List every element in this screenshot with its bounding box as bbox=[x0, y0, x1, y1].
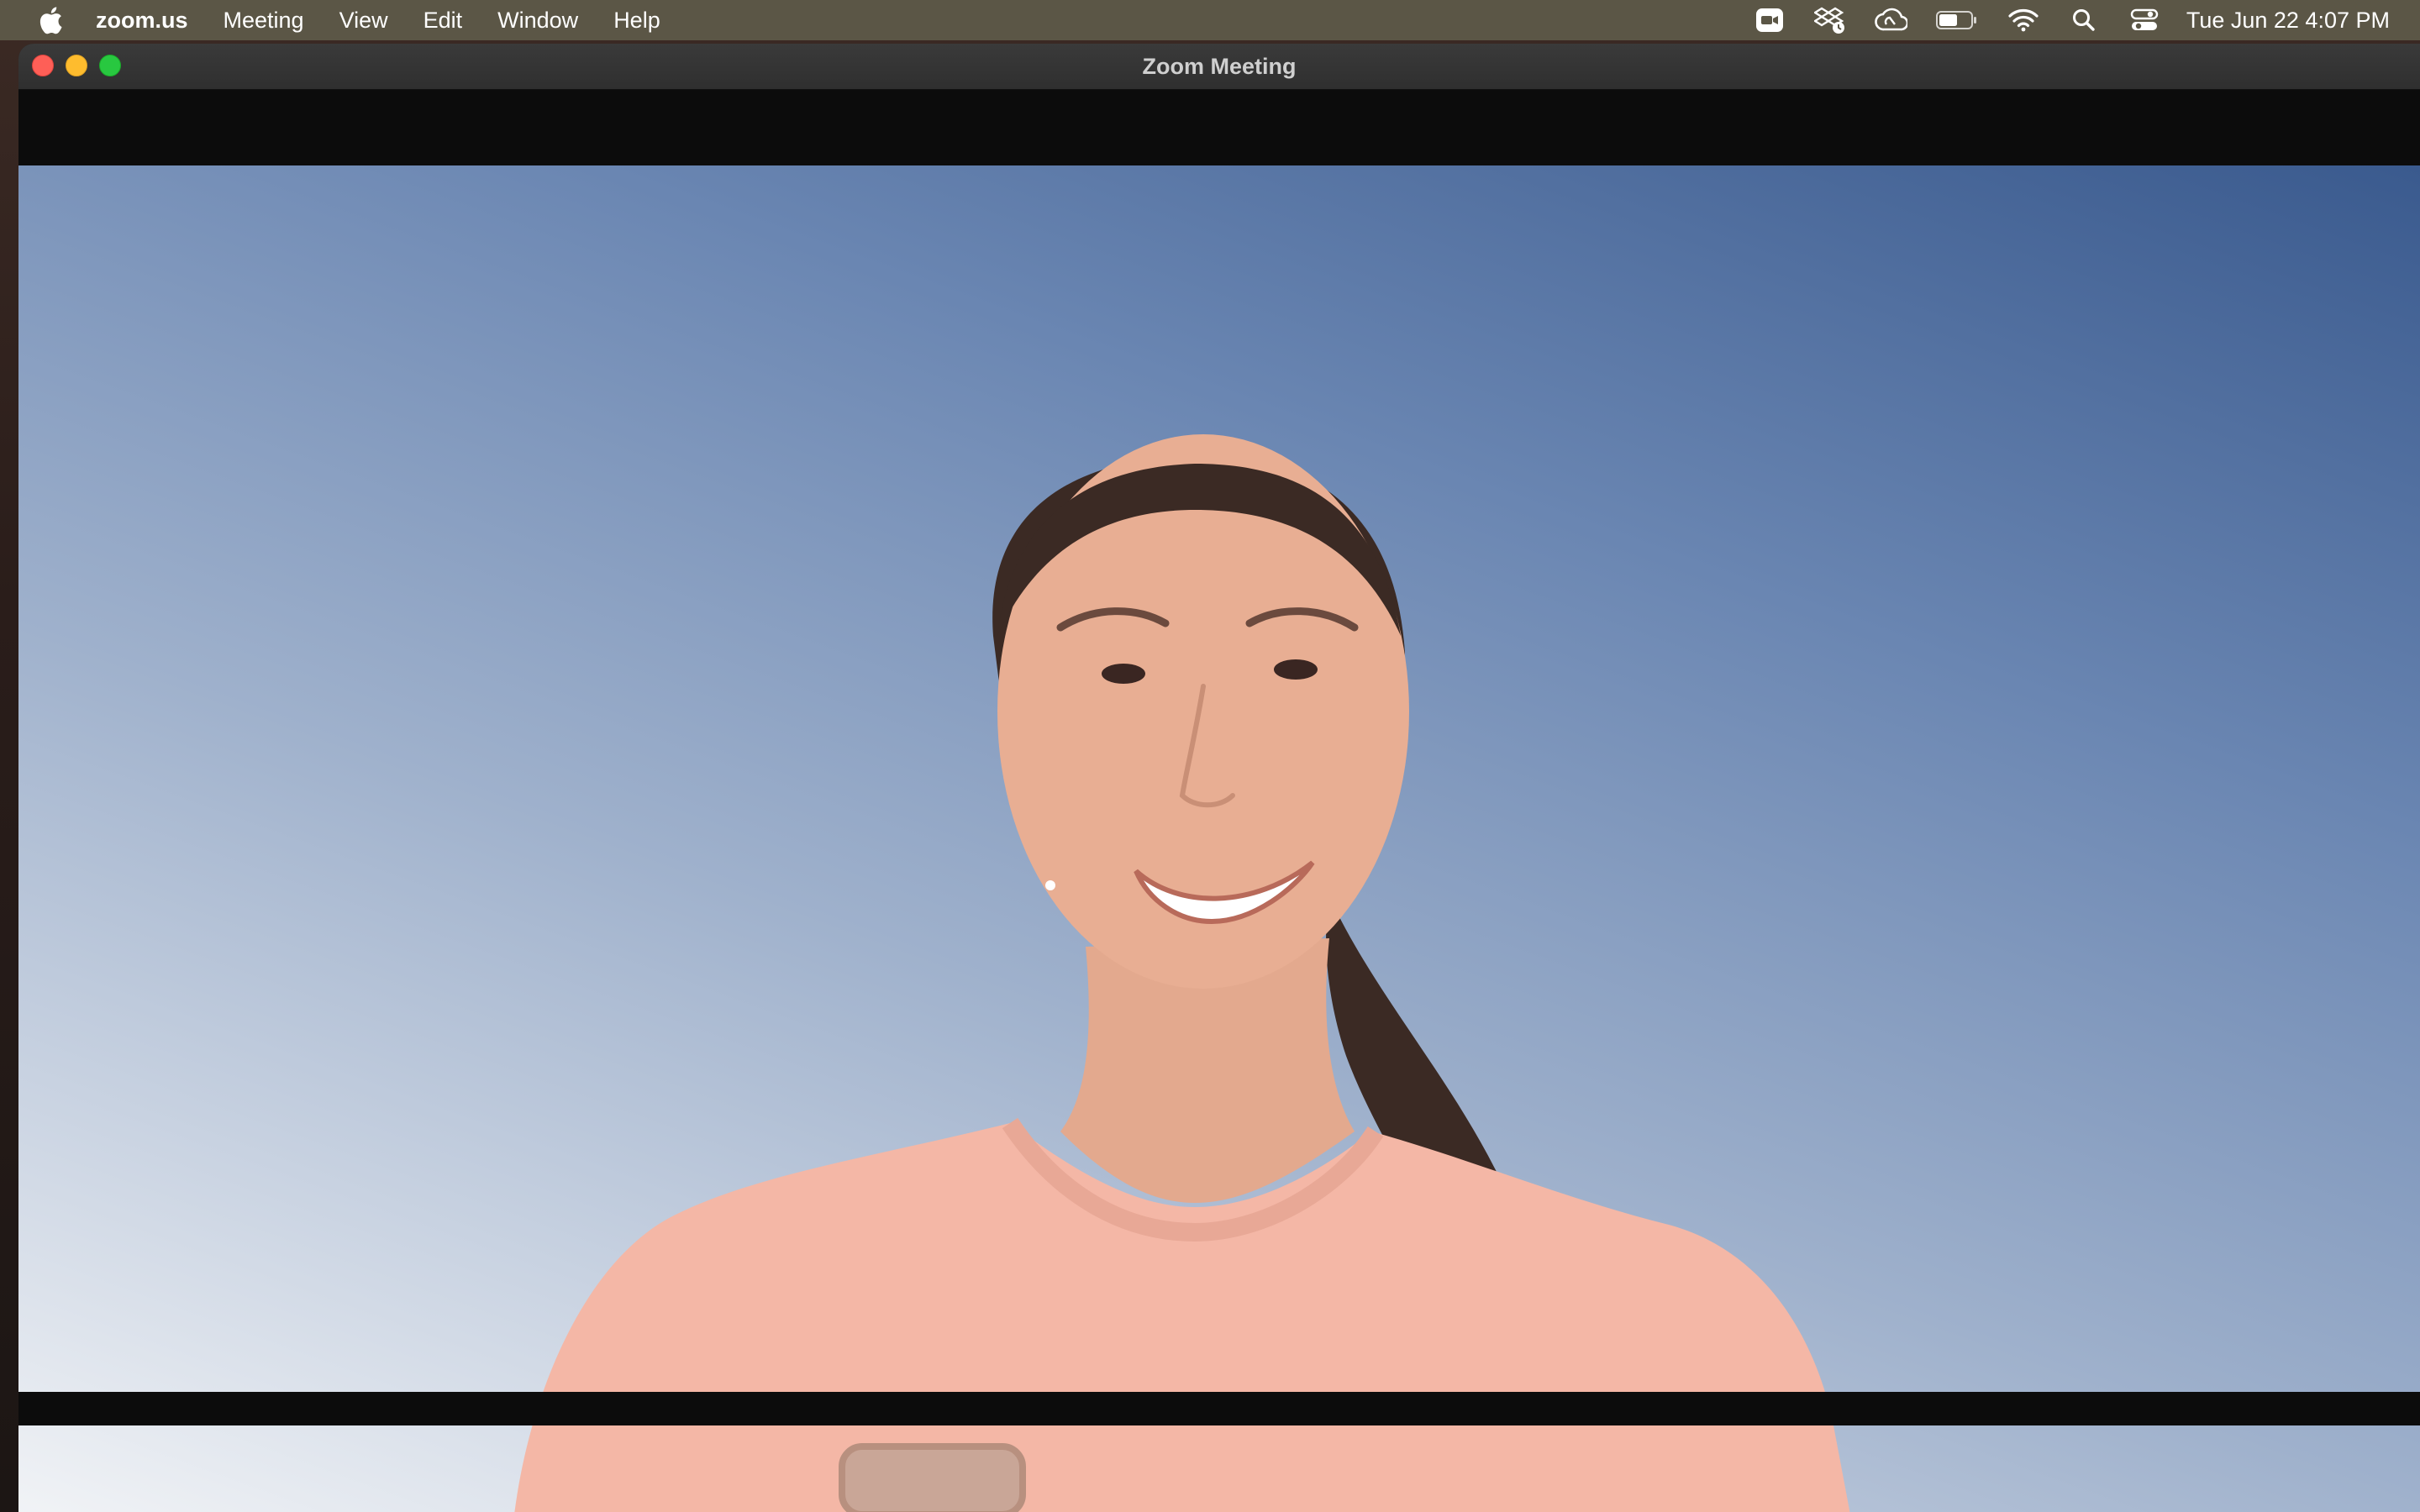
right-eye bbox=[1274, 659, 1318, 680]
spotlight-search-icon[interactable] bbox=[2067, 3, 2101, 37]
meeting-top-bar bbox=[18, 90, 2420, 165]
menu-bar: zoom.us Meeting View Edit Window Help Tu… bbox=[0, 0, 2420, 40]
zoom-app-icon[interactable] bbox=[1753, 3, 1786, 37]
creative-cloud-icon[interactable] bbox=[1874, 3, 1907, 37]
apple-icon[interactable] bbox=[34, 0, 67, 40]
menu-bar-clock[interactable]: Tue Jun 22 4:07 PM bbox=[2186, 8, 2390, 34]
menu-item-help[interactable]: Help bbox=[613, 8, 660, 34]
menu-app-name[interactable]: zoom.us bbox=[96, 8, 188, 34]
meeting-bottom-bar bbox=[18, 1392, 2420, 1425]
menu-item-view[interactable]: View bbox=[339, 8, 388, 34]
menu-item-meeting[interactable]: Meeting bbox=[224, 8, 304, 34]
menu-item-edit[interactable]: Edit bbox=[424, 8, 463, 34]
participant-figure bbox=[514, 434, 1850, 1512]
dropbox-icon[interactable] bbox=[1813, 3, 1847, 37]
participant-video[interactable] bbox=[18, 165, 2420, 1512]
battery-icon[interactable] bbox=[1934, 3, 1980, 37]
control-center-icon[interactable] bbox=[2128, 3, 2161, 37]
window-title: Zoom Meeting bbox=[1142, 54, 1297, 79]
menu-item-window[interactable]: Window bbox=[497, 8, 578, 34]
zoom-meeting-window: Zoom Meeting bbox=[18, 44, 2420, 1512]
menu-extras: Tue Jun 22 4:07 PM bbox=[1726, 0, 2390, 40]
wifi-icon[interactable] bbox=[2007, 3, 2040, 37]
sweatshirt-emblem bbox=[839, 1443, 1026, 1512]
earring bbox=[1045, 880, 1055, 890]
window-titlebar[interactable]: Zoom Meeting bbox=[18, 44, 2420, 90]
left-eye bbox=[1102, 664, 1145, 684]
